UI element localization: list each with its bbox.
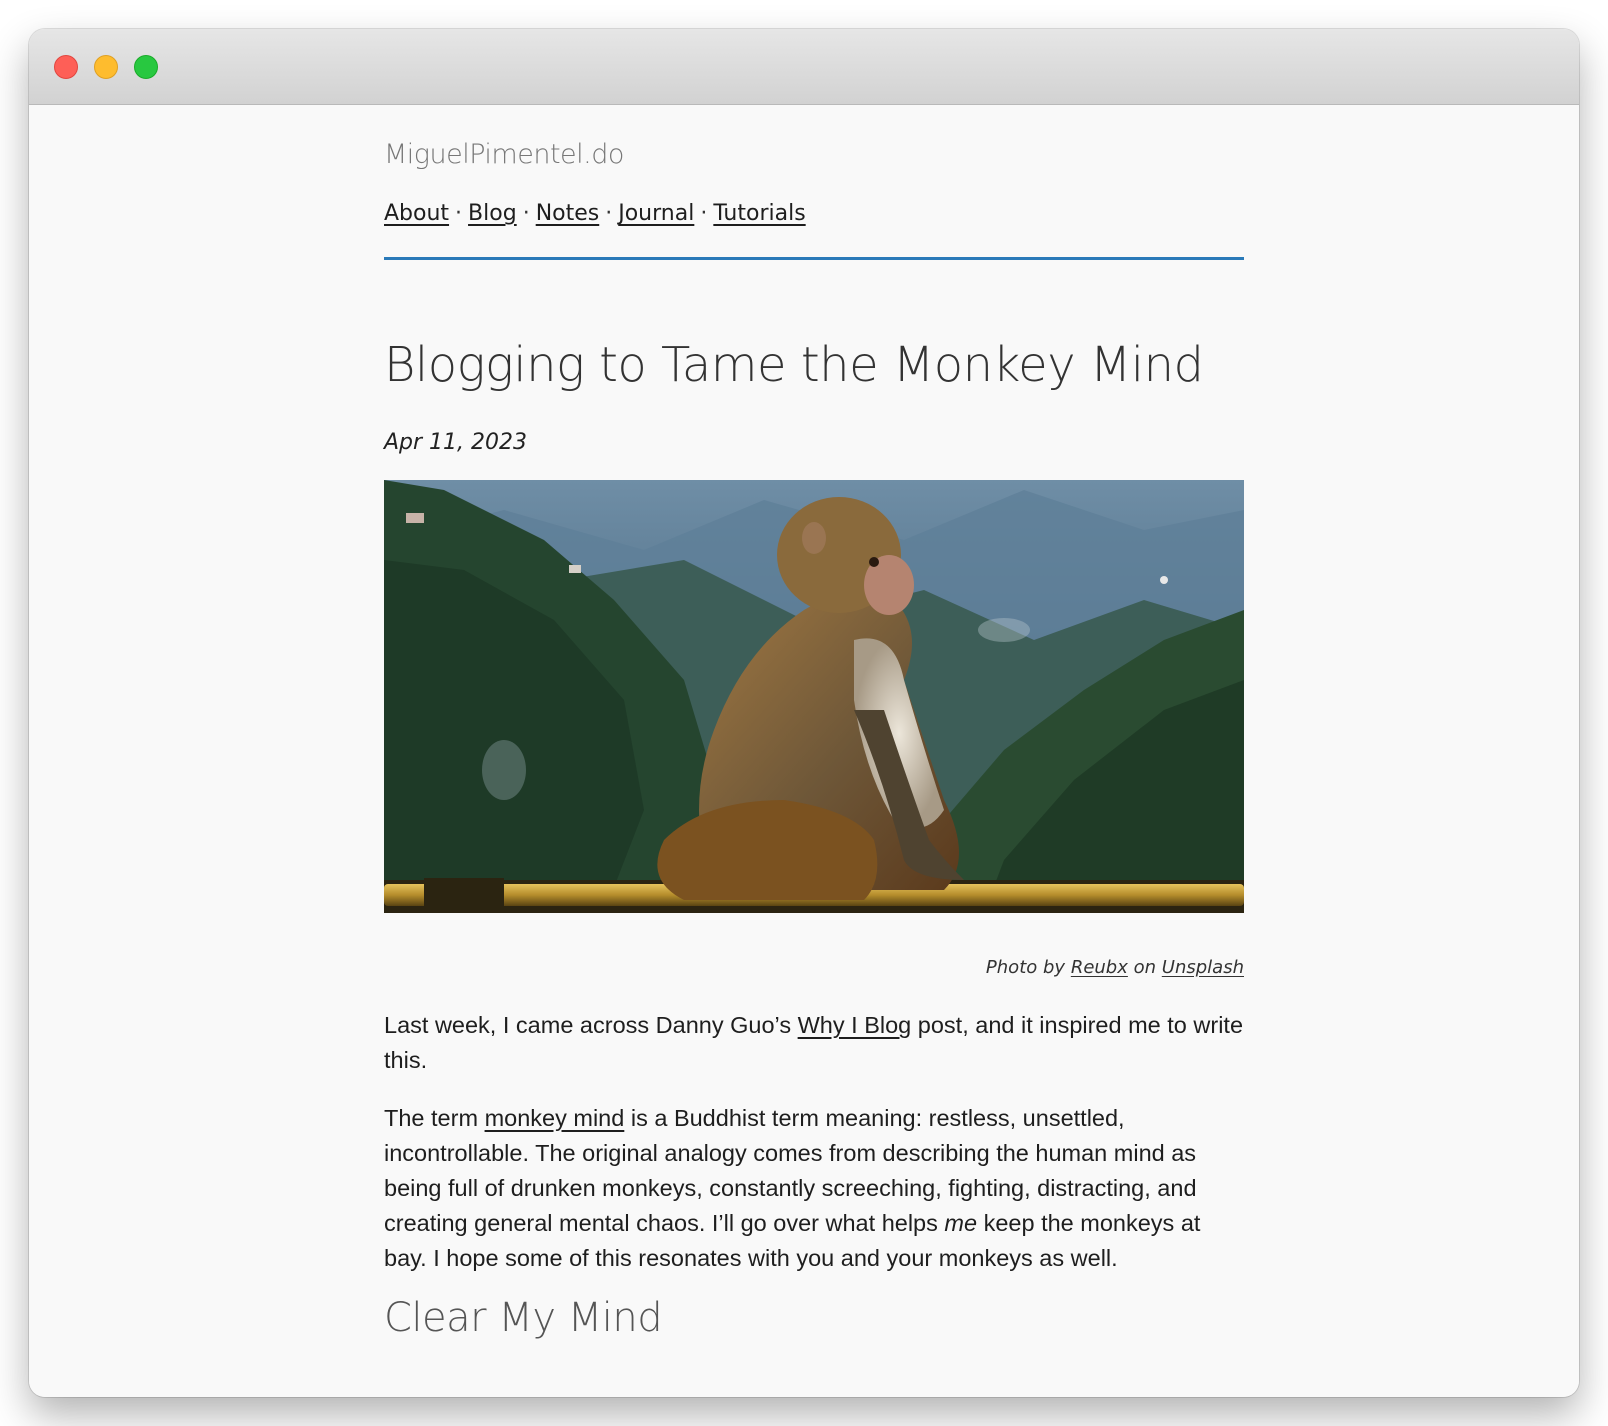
nav-separator: · xyxy=(522,201,530,226)
paragraph-text: The term xyxy=(384,1105,485,1131)
paragraph-text: Last week, I came across Danny Guo’s xyxy=(384,1012,798,1038)
close-window-button[interactable] xyxy=(54,55,78,79)
emphasis-text: me xyxy=(944,1210,978,1236)
monkey-mind-link[interactable]: monkey mind xyxy=(485,1105,625,1131)
photo-author-link[interactable]: Reubx xyxy=(1071,957,1128,978)
nav-separator: · xyxy=(700,201,708,226)
nav-separator: · xyxy=(605,201,613,226)
section-heading: Clear My Mind xyxy=(384,1295,663,1341)
caption-middle: on xyxy=(1133,957,1157,978)
nav-link-notes[interactable]: Notes xyxy=(536,201,600,226)
site-title-link[interactable]: MiguelPimentel.do xyxy=(384,139,624,170)
nav-link-tutorials[interactable]: Tutorials xyxy=(713,201,805,226)
post-title: Blogging to Tame the Monkey Mind xyxy=(384,337,1204,393)
caption-prefix: Photo by xyxy=(985,957,1066,978)
header-divider xyxy=(384,257,1244,260)
nav-link-blog[interactable]: Blog xyxy=(468,201,517,226)
browser-window: MiguelPimentel.do About · Blog · Notes · Journ… xyxy=(29,29,1579,1397)
post-date: Apr 11, 2023 xyxy=(384,430,528,455)
minimize-window-button[interactable] xyxy=(94,55,118,79)
monkey-photo xyxy=(384,480,1244,913)
nav-link-about[interactable]: About xyxy=(384,201,449,226)
nav-separator: · xyxy=(455,201,463,226)
unsplash-link[interactable]: Unsplash xyxy=(1162,957,1244,978)
nav-link-journal[interactable]: Journal xyxy=(618,201,694,226)
intro-paragraph: Last week, I came across Danny Guo’s Why… xyxy=(384,1008,1244,1078)
main-nav: About · Blog · Notes · Journal · Tutorials xyxy=(384,201,806,226)
window-titlebar[interactable] xyxy=(29,29,1579,105)
page-content[interactable]: MiguelPimentel.do About · Blog · Notes · Journ… xyxy=(29,105,1579,1397)
monkey-mind-paragraph: The term monkey mind is a Buddhist term … xyxy=(384,1101,1244,1276)
why-i-blog-link[interactable]: Why I Blog xyxy=(798,1012,912,1038)
photo-caption: Photo by Reubx on Unsplash xyxy=(986,957,1244,978)
maximize-window-button[interactable] xyxy=(134,55,158,79)
monkey-photo-illustration xyxy=(384,480,1244,913)
